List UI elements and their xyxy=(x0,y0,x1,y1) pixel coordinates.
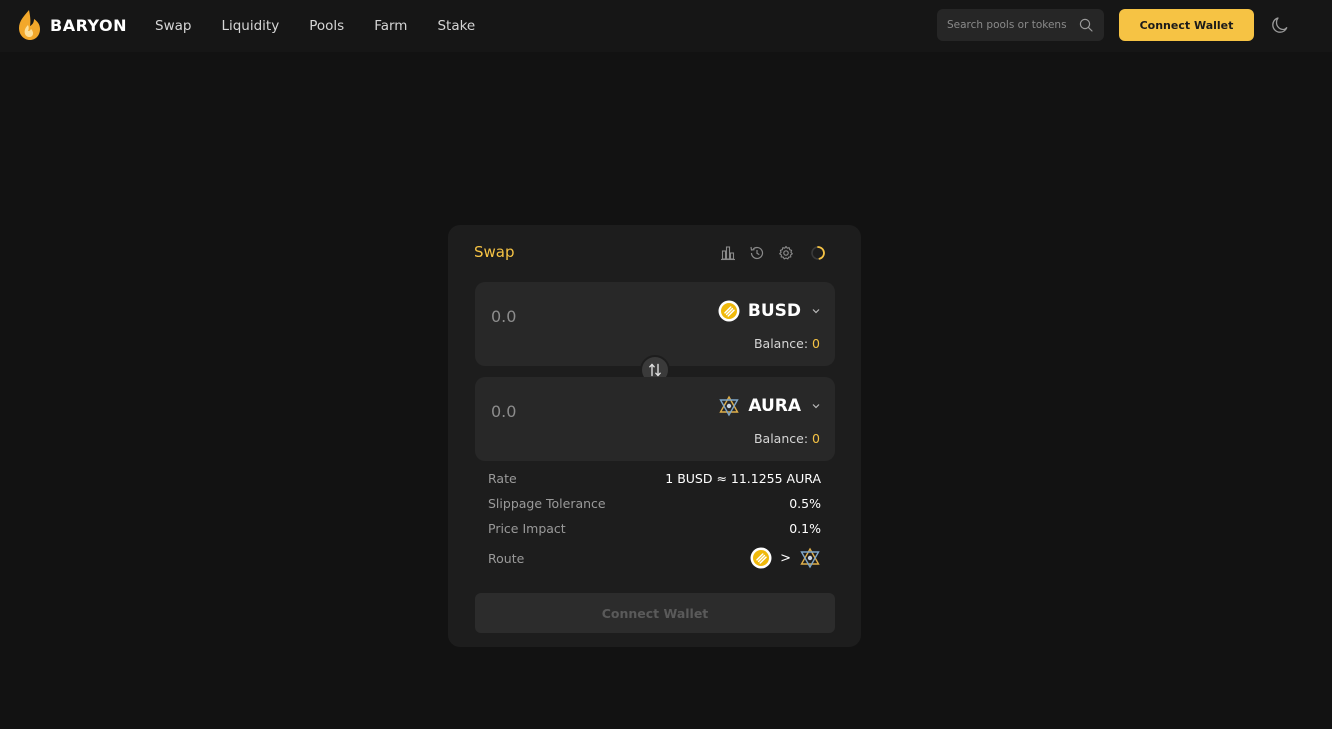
price-impact-row: Price Impact 0.1% xyxy=(488,521,821,536)
slippage-label: Slippage Tolerance xyxy=(488,496,606,511)
search-box xyxy=(937,9,1104,41)
from-balance-label: Balance: xyxy=(753,336,809,351)
busd-token-icon xyxy=(750,547,772,569)
to-balance: Balance: 0 xyxy=(754,431,820,446)
slippage-value: 0.5% xyxy=(789,496,821,511)
from-token-panel: 0.0 BUSD Balance: 0 xyxy=(475,282,835,366)
search-icon[interactable] xyxy=(1079,18,1093,32)
from-token-selector[interactable]: BUSD xyxy=(718,300,821,322)
rate-row: Rate 1 BUSD ≈ 11.1255 AURA xyxy=(488,471,821,486)
to-token-name: AURA xyxy=(748,396,801,416)
from-amount-input[interactable]: 0.0 xyxy=(491,307,516,326)
slippage-row: Slippage Tolerance 0.5% xyxy=(488,496,821,511)
chevron-down-icon xyxy=(812,404,820,409)
to-balance-value: 0 xyxy=(812,431,820,446)
busd-token-icon xyxy=(718,300,740,322)
rate-value: 1 BUSD ≈ 11.1255 AURA xyxy=(665,471,821,486)
history-icon[interactable] xyxy=(749,245,765,261)
aura-token-icon xyxy=(800,547,820,569)
nav-swap[interactable]: Swap xyxy=(155,18,191,34)
route-label: Route xyxy=(488,550,525,566)
flame-logo-icon xyxy=(19,10,40,40)
nav-pools[interactable]: Pools xyxy=(309,18,344,34)
moon-icon[interactable] xyxy=(1271,16,1289,34)
main-nav: Swap Liquidity Pools Farm Stake xyxy=(155,0,505,52)
nav-farm[interactable]: Farm xyxy=(374,18,407,34)
price-impact-value: 0.1% xyxy=(789,521,821,536)
logo[interactable]: BARYON xyxy=(16,9,127,41)
to-balance-label: Balance: xyxy=(753,431,809,446)
to-amount-input[interactable]: 0.0 xyxy=(491,402,516,421)
rate-label: Rate xyxy=(488,471,517,486)
to-token-panel: 0.0 AURA Balance: 0 xyxy=(475,377,835,461)
swap-card: Swap 0.0 BUSD Balance: 0 0.0 AURA Balanc… xyxy=(448,225,861,647)
connect-wallet-main-button[interactable]: Connect Wallet xyxy=(475,593,835,633)
price-impact-label: Price Impact xyxy=(488,521,566,536)
swap-title: Swap xyxy=(474,243,515,261)
chart-icon[interactable] xyxy=(720,245,736,261)
swap-arrows-icon xyxy=(649,363,661,377)
route-path: > xyxy=(750,547,821,569)
nav-liquidity[interactable]: Liquidity xyxy=(221,18,279,34)
aura-token-icon xyxy=(719,395,740,417)
from-balance-value: 0 xyxy=(812,336,820,351)
brand-name: BARYON xyxy=(50,15,128,35)
refresh-progress-icon[interactable] xyxy=(810,245,826,261)
connect-wallet-button[interactable]: Connect Wallet xyxy=(1119,9,1254,41)
gear-icon[interactable] xyxy=(778,245,794,261)
search-input[interactable] xyxy=(947,19,1077,31)
to-token-selector[interactable]: AURA xyxy=(718,395,821,417)
route-row: Route > xyxy=(488,547,821,569)
top-navbar: BARYON Swap Liquidity Pools Farm Stake C… xyxy=(0,0,1332,52)
chevron-down-icon xyxy=(812,309,820,314)
route-separator: > xyxy=(780,550,791,566)
from-token-name: BUSD xyxy=(747,301,801,321)
from-balance: Balance: 0 xyxy=(754,336,820,351)
nav-stake[interactable]: Stake xyxy=(437,18,475,34)
